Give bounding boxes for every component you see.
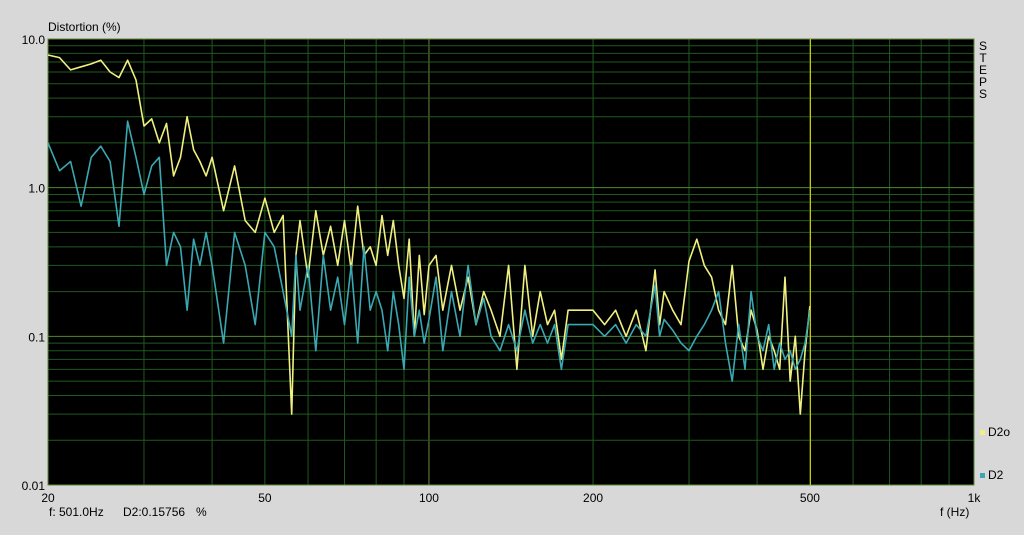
y-tick-label: 10.0 xyxy=(22,33,46,47)
cursor-frequency-readout: f: 501.0Hz xyxy=(49,505,104,519)
cursor-unit: % xyxy=(196,505,207,519)
x-tick-label: 1k xyxy=(968,491,982,505)
legend-label-d2: D2 xyxy=(988,468,1004,482)
plot-area[interactable]: 20 50 100 200 500 1k 10.0 1.0 0.1 0.01 D2o D2 xyxy=(0,0,1024,535)
chart-window: Distortion (%) 20 50 100 200 500 1k 10.0 1.0 0.1… xyxy=(0,0,1024,535)
legend-swatch-d2o xyxy=(980,430,985,435)
x-tick-label: 100 xyxy=(419,491,439,505)
steps-label[interactable]: STEPS xyxy=(977,40,989,100)
x-tick-label: 50 xyxy=(258,491,272,505)
x-tick-label: 20 xyxy=(41,491,55,505)
legend-label-d2o: D2o xyxy=(988,425,1010,439)
y-tick-label: 1.0 xyxy=(28,182,45,196)
x-tick-label: 500 xyxy=(800,491,820,505)
x-tick-label: 200 xyxy=(583,491,603,505)
y-tick-label: 0.01 xyxy=(22,479,46,493)
cursor-value-readout: D2:0.15756 xyxy=(123,505,186,519)
y-tick-label: 0.1 xyxy=(28,330,45,344)
x-axis-label: f (Hz) xyxy=(940,505,970,519)
plot-background xyxy=(48,39,974,485)
legend-swatch-d2 xyxy=(980,473,985,478)
